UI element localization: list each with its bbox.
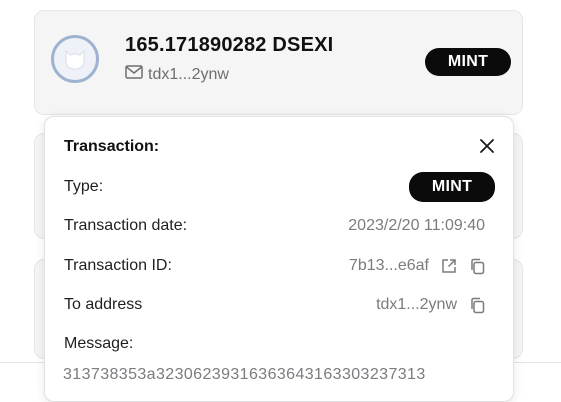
mail-icon — [125, 65, 143, 84]
transaction-popover: Transaction: Type: MINT Transaction date… — [44, 116, 514, 402]
close-button[interactable] — [476, 135, 498, 157]
txid-value-row: 7b13...e6af — [349, 257, 485, 275]
external-link-icon[interactable] — [441, 258, 457, 274]
to-address-value: tdx1...2ynw — [376, 296, 457, 313]
txid-label: Transaction ID: — [64, 257, 172, 274]
card-address: tdx1...2ynw — [148, 65, 229, 83]
date-label: Transaction date: — [64, 217, 188, 234]
copy-icon[interactable] — [469, 297, 485, 314]
date-value: 2023/2/20 11:09:40 — [348, 217, 485, 234]
token-amount: 165.171890282 DSEXI — [125, 34, 334, 56]
message-value: 313738353a32306239316363643163303237313 — [63, 366, 426, 383]
token-avatar-icon — [51, 35, 99, 83]
copy-icon[interactable] — [469, 258, 485, 275]
type-badge: MINT — [409, 172, 495, 202]
message-label: Message: — [64, 335, 134, 352]
popover-title: Transaction: — [64, 138, 160, 155]
transaction-card[interactable]: 165.171890282 DSEXI tdx1...2ynw MINT — [34, 10, 523, 115]
type-label: Type: — [64, 178, 104, 195]
to-address-label: To address — [64, 296, 143, 313]
address-row: tdx1...2ynw — [125, 65, 229, 84]
to-address-value-row: tdx1...2ynw — [376, 296, 485, 314]
txid-value: 7b13...e6af — [348, 257, 429, 274]
date-value-row: 2023/2/20 11:09:40 — [348, 217, 485, 235]
close-icon — [480, 139, 494, 153]
type-badge: MINT — [425, 48, 511, 76]
